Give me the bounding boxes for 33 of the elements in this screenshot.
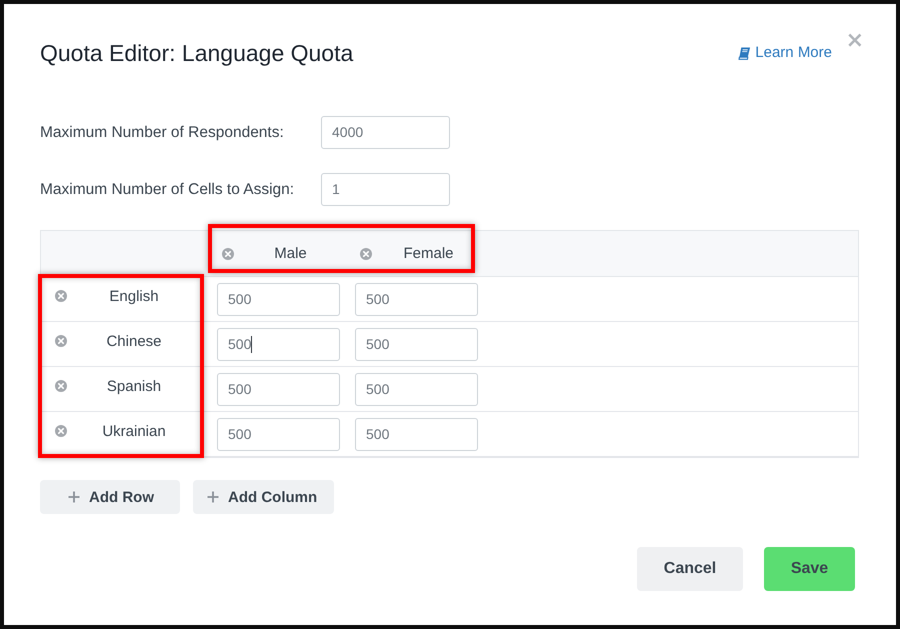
dialog-title: Quota Editor: Language Quota bbox=[40, 39, 354, 68]
book-icon bbox=[738, 46, 752, 60]
cancel-button[interactable]: Cancel bbox=[637, 547, 743, 591]
save-button[interactable]: Save bbox=[764, 547, 855, 591]
row-label: Spanish bbox=[106, 378, 162, 394]
input-field[interactable]: 500 bbox=[355, 328, 478, 360]
plus-icon bbox=[207, 491, 219, 503]
column-header: Male bbox=[274, 245, 307, 262]
field-label: Maximum Number of Respondents: bbox=[40, 124, 285, 142]
remove-icon[interactable] bbox=[55, 290, 67, 302]
remove-icon[interactable] bbox=[55, 425, 67, 437]
row-label: Ukrainian bbox=[102, 422, 166, 440]
remove-icon[interactable] bbox=[55, 380, 67, 392]
input-field[interactable]: 500 bbox=[355, 372, 478, 406]
add-button[interactable]: Add Column bbox=[193, 480, 334, 514]
plus-icon bbox=[68, 491, 80, 503]
input-field[interactable]: 500 bbox=[355, 418, 478, 450]
input-field[interactable]: 500 bbox=[217, 418, 340, 450]
input-field[interactable]: 500 bbox=[217, 328, 340, 360]
input-field[interactable]: 500 bbox=[355, 282, 478, 316]
field-label: Maximum Number of Cells to Assign: bbox=[40, 180, 296, 198]
input-field[interactable]: 500 bbox=[217, 372, 340, 406]
learn-more-link[interactable]: Learn More bbox=[738, 44, 832, 62]
row-label: English bbox=[109, 288, 159, 304]
input-field[interactable]: 500 bbox=[217, 282, 340, 316]
remove-icon[interactable] bbox=[55, 335, 67, 347]
row-label: Chinese bbox=[106, 332, 162, 350]
input-field[interactable]: 1 bbox=[321, 173, 450, 206]
remove-icon[interactable] bbox=[360, 248, 372, 260]
add-button[interactable]: Add Row bbox=[40, 480, 180, 514]
input-field[interactable]: 4000 bbox=[321, 116, 450, 149]
remove-icon[interactable] bbox=[222, 248, 234, 260]
column-header: Female bbox=[403, 245, 454, 262]
